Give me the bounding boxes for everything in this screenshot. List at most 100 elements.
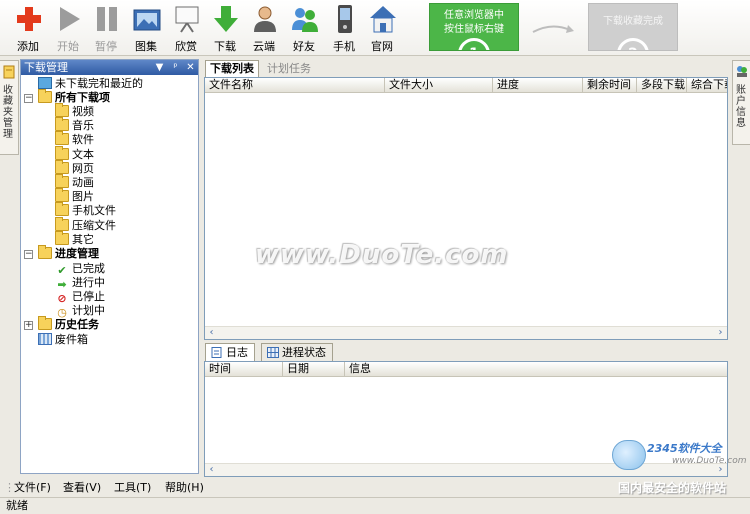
download-list-hscrollbar[interactable]: ‹ ›: [205, 326, 727, 339]
scroll-right-icon[interactable]: ›: [714, 327, 727, 339]
column-time[interactable]: 时间: [205, 362, 283, 376]
folder-icon: [38, 89, 52, 103]
homepage-button[interactable]: 官网: [362, 2, 402, 54]
presentation-button[interactable]: 欣赏: [166, 2, 206, 54]
column-multi-segment[interactable]: 多段下载: [637, 78, 687, 92]
column-info[interactable]: 信息: [345, 362, 727, 376]
menu-file[interactable]: 文件(F): [14, 480, 51, 495]
tab-log-label: 日志: [226, 346, 248, 359]
column-progress[interactable]: 进度: [493, 78, 583, 92]
tree-item-all-downloads[interactable]: 所有下载项: [38, 89, 110, 105]
column-remaining-time[interactable]: 剩余时间: [583, 78, 637, 92]
tree-item-trash[interactable]: 废件箱: [38, 333, 88, 347]
folder-icon: [55, 103, 69, 117]
panel-header: 下载管理 ▼ ᵖ ✕: [21, 60, 198, 75]
tree-item-history[interactable]: 历史任务: [38, 316, 99, 332]
account-icon: [737, 66, 747, 77]
hint-step-2: 下载收藏完成 2: [588, 3, 678, 51]
cloud-button[interactable]: 云端: [244, 2, 284, 54]
tab-download-list[interactable]: 下载列表: [205, 60, 259, 77]
tree-item-software[interactable]: 软件: [55, 131, 94, 147]
scroll-left-icon[interactable]: ‹: [205, 327, 218, 339]
gallery-icon: [133, 9, 161, 31]
slogan: 国内最安全的软件站: [618, 481, 727, 495]
folder-icon: [55, 160, 69, 174]
download-list-header: 文件名称 文件大小 进度 剩余时间 多段下载 综合下载: [205, 78, 727, 93]
pause-button[interactable]: 暂停: [86, 2, 126, 54]
bottom-tab-strip: 日志 进程状态: [204, 342, 728, 361]
panel-menu-button[interactable]: ▼: [154, 60, 165, 75]
hint-step-1-line2: 按住鼠标右键: [444, 24, 504, 35]
menu-tools[interactable]: 工具(T): [114, 480, 151, 495]
folder-icon: [55, 117, 69, 131]
column-date[interactable]: 日期: [283, 362, 345, 376]
log-list-header: 时间 日期 信息: [205, 362, 727, 377]
tree-item-mobile-files[interactable]: 手机文件: [55, 202, 116, 218]
pause-icon: [97, 7, 117, 31]
toolbar: 添加 开始 暂停 图集 欣赏 下载 云端 好友 手机 官网 任意浏览器中 按住鼠…: [0, 0, 750, 56]
add-button[interactable]: 添加: [8, 2, 48, 54]
download-list: 文件名称 文件大小 进度 剩余时间 多段下载 综合下载 ‹ ›: [204, 77, 728, 340]
menu-help[interactable]: 帮助(H): [165, 480, 204, 495]
tab-log[interactable]: 日志: [205, 343, 255, 361]
folder-icon: [55, 231, 69, 245]
column-filename[interactable]: 文件名称: [205, 78, 385, 92]
tab-process-status[interactable]: 进程状态: [261, 343, 333, 361]
watermark-2345-url: www.DuoTe.com: [672, 456, 747, 466]
folder-icon: [38, 316, 52, 330]
friends-button[interactable]: 好友: [284, 2, 324, 54]
download-button[interactable]: 下载: [205, 2, 245, 54]
tab-process-status-label: 进程状态: [282, 346, 326, 359]
home-icon: [370, 6, 396, 33]
panel-pin-button[interactable]: ᵖ: [170, 60, 181, 75]
folder-icon: [55, 131, 69, 145]
panel-title: 下载管理: [24, 61, 68, 74]
gallery-button[interactable]: 图集: [126, 2, 166, 54]
download-icon: [214, 6, 238, 32]
panel-close-button[interactable]: ✕: [185, 60, 196, 75]
favorites-side-tab-label: 收藏夹管理: [3, 85, 13, 140]
scroll-left-icon[interactable]: ‹: [205, 464, 218, 476]
status-bar: 就绪: [0, 497, 750, 514]
column-overall-download[interactable]: 综合下载: [687, 78, 727, 92]
add-icon: [17, 7, 41, 31]
cloud-user-icon: [254, 6, 276, 32]
account-side-tab[interactable]: 账户信息: [732, 60, 750, 145]
tree-item-scheduled[interactable]: ◷ 计划中: [55, 304, 105, 319]
folder-icon: [55, 217, 69, 231]
hint-step-2-text: 下载收藏完成: [603, 16, 663, 27]
download-manager-panel: 下载管理 ▼ ᵖ ✕ 未下载完和最近的 − 所有下载项 视频 音乐 软件 文本 …: [20, 59, 199, 474]
folder-icon: [55, 146, 69, 160]
folder-icon: [55, 188, 69, 202]
favorites-side-tab[interactable]: 收藏夹管理: [0, 60, 19, 155]
expander-all-downloads[interactable]: −: [24, 94, 33, 103]
column-filesize[interactable]: 文件大小: [385, 78, 493, 92]
recent-downloads-icon: [38, 77, 52, 89]
phone-icon: [338, 5, 352, 33]
presentation-icon: [175, 6, 199, 33]
expander-progress[interactable]: −: [24, 250, 33, 259]
folder-icon: [55, 202, 69, 216]
tab-scheduled-tasks[interactable]: 计划任务: [262, 60, 316, 77]
tree-item-archives[interactable]: 压缩文件: [55, 217, 116, 233]
curved-arrow-icon: [532, 25, 574, 33]
watermark-duote: www.DuoTe.com: [255, 240, 509, 270]
top-tab-strip: 下载列表 计划任务: [204, 59, 728, 77]
menu-view[interactable]: 查看(V): [63, 480, 101, 495]
tree-item-other[interactable]: 其它: [55, 231, 94, 247]
tree-item-in-progress[interactable]: ➡ 进行中: [55, 276, 105, 291]
grid-icon: [267, 347, 279, 358]
expander-history[interactable]: +: [24, 321, 33, 330]
tree-item-recent[interactable]: 未下载完和最近的: [38, 77, 143, 91]
log-icon: [211, 347, 222, 358]
play-icon: [60, 7, 80, 31]
folder-icon: [55, 174, 69, 188]
hint-step-1-line1: 任意浏览器中: [444, 10, 504, 21]
watermark-2345-logo: 2345软件大全: [647, 442, 722, 455]
tree-item-stopped[interactable]: ⊘ 已停止: [55, 290, 105, 305]
tree-item-completed[interactable]: ✔ 已完成: [55, 262, 105, 277]
folder-icon: [38, 245, 52, 259]
tree-item-progress-mgmt[interactable]: 进度管理: [38, 245, 99, 261]
trash-icon: [38, 333, 52, 345]
account-side-tab-label: 账户信息: [736, 85, 746, 129]
